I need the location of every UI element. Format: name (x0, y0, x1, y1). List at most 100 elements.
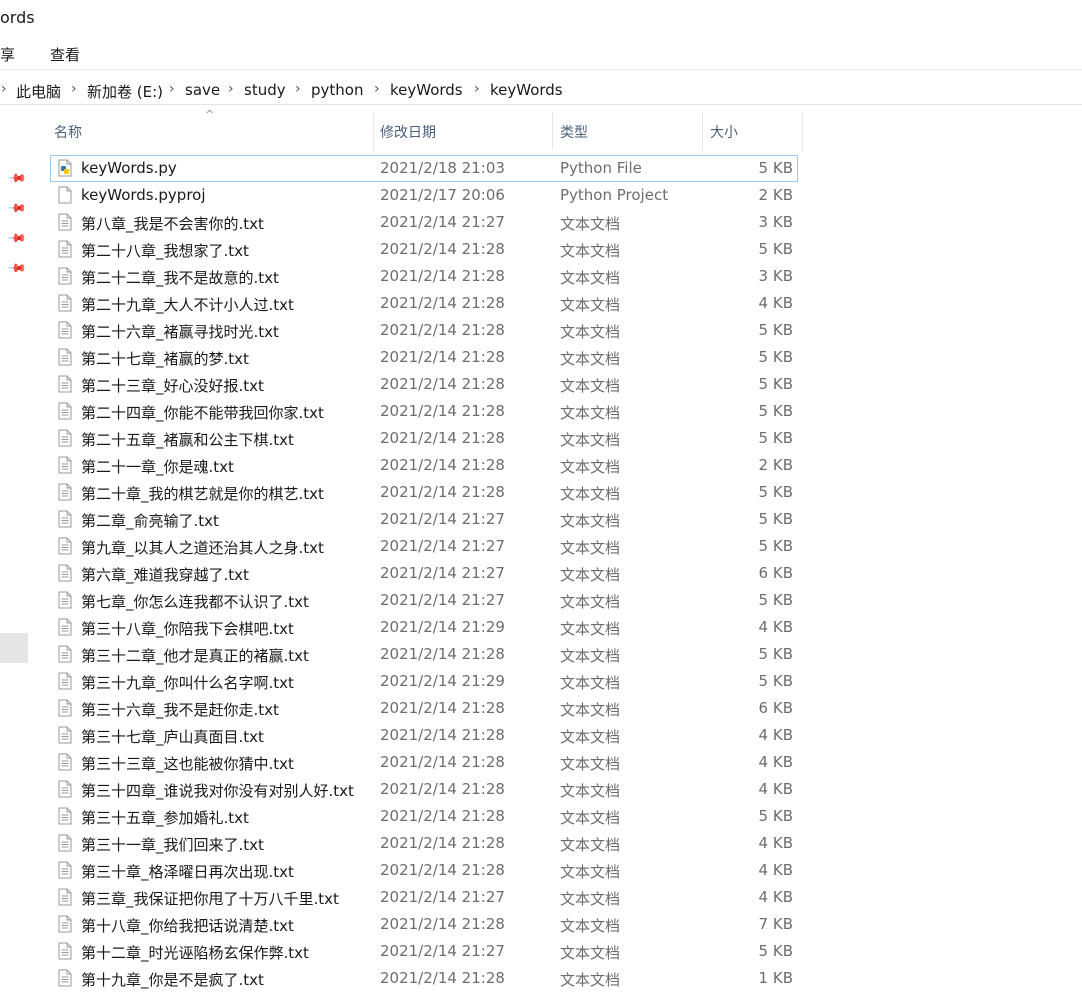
file-size: 4 KB (758, 888, 793, 906)
file-row[interactable]: 第二十三章_好心没好报.txt 2021/2/14 21:28 文本文档 5 KB (50, 371, 798, 398)
file-type: 文本文档 (560, 215, 621, 233)
file-row[interactable]: 第六章_难道我穿越了.txt 2021/2/14 21:27 文本文档 6 KB (50, 560, 798, 587)
address-bar[interactable]: › 此电脑 › 新加卷 (E:) › save › study › python… (0, 76, 1082, 105)
breadcrumb-keywords-parent[interactable]: keyWords (390, 81, 463, 99)
text-file-icon (58, 618, 72, 636)
file-row[interactable]: 第七章_你怎么连我都不认识了.txt 2021/2/14 21:27 文本文档 5 K… (50, 587, 798, 614)
chevron-right-icon[interactable]: › (295, 81, 301, 97)
file-row[interactable]: 第九章_以其人之道还治其人之身.txt 2021/2/14 21:27 文本文档 5 … (50, 533, 798, 560)
file-name: 第十二章_时光诬陷杨玄保作弊.txt (81, 944, 309, 962)
text-file-icon (58, 942, 72, 960)
ribbon-tab-share[interactable]: 享 (0, 44, 15, 65)
chevron-right-icon[interactable]: › (1, 81, 7, 97)
file-row[interactable]: 第二章_俞亮输了.txt 2021/2/14 21:27 文本文档 5 KB (50, 506, 798, 533)
breadcrumb-keywords-current[interactable]: keyWords (490, 81, 563, 99)
column-header-type[interactable]: 类型 (560, 122, 588, 142)
breadcrumb-save[interactable]: save (185, 81, 220, 99)
text-file-icon (58, 483, 72, 501)
file-row[interactable]: 第三十一章_我们回来了.txt 2021/2/14 21:28 文本文档 4 KB (50, 830, 798, 857)
chevron-right-icon[interactable]: › (374, 81, 380, 97)
file-type: 文本文档 (560, 971, 621, 989)
file-size: 3 KB (758, 213, 793, 231)
file-date: 2021/2/14 21:28 (380, 726, 505, 744)
file-row[interactable]: 第三十九章_你叫什么名字啊.txt 2021/2/14 21:29 文本文档 5 KB (50, 668, 798, 695)
file-row[interactable]: 第三十章_格泽曜日再次出现.txt 2021/2/14 21:28 文本文档 4 KB (50, 857, 798, 884)
file-row[interactable]: 第二十章_我的棋艺就是你的棋艺.txt 2021/2/14 21:28 文本文档 5 … (50, 479, 798, 506)
file-size: 7 KB (758, 915, 793, 933)
file-size: 2 KB (758, 186, 793, 204)
file-row[interactable]: 第三十六章_我不是赶你走.txt 2021/2/14 21:28 文本文档 6 KB (50, 695, 798, 722)
file-row[interactable]: keyWords.pyproj 2021/2/17 20:06 Python Pro… (50, 182, 798, 209)
file-type: 文本文档 (560, 458, 621, 476)
file-name: 第二十四章_你能不能带我回你家.txt (81, 404, 324, 422)
text-file-icon (58, 699, 72, 717)
column-header-name[interactable]: 名称 (54, 122, 82, 142)
text-file-icon (58, 753, 72, 771)
pin-icon[interactable]: 📌 (7, 228, 27, 248)
file-row[interactable]: 第三十五章_参加婚礼.txt 2021/2/14 21:28 文本文档 5 KB (50, 803, 798, 830)
chevron-right-icon[interactable]: › (71, 81, 77, 97)
file-name: 第二十八章_我想家了.txt (81, 242, 249, 260)
column-header-size[interactable]: 大小 (710, 122, 738, 142)
file-size: 4 KB (758, 618, 793, 636)
file-row[interactable]: 第八章_我是不会害你的.txt 2021/2/14 21:27 文本文档 3 KB (50, 209, 798, 236)
file-name: 第三十八章_你陪我下会棋吧.txt (81, 620, 294, 638)
nav-selected-item[interactable] (0, 633, 28, 663)
file-size: 4 KB (758, 726, 793, 744)
column-divider[interactable] (373, 112, 374, 150)
pin-icon[interactable]: 📌 (7, 198, 27, 218)
breadcrumb-study[interactable]: study (244, 81, 286, 99)
breadcrumb-python[interactable]: python (311, 81, 363, 99)
file-row[interactable]: 第二十八章_我想家了.txt 2021/2/14 21:28 文本文档 5 KB (50, 236, 798, 263)
file-row[interactable]: 第三十三章_这也能被你猜中.txt 2021/2/14 21:28 文本文档 4 KB (50, 749, 798, 776)
file-row[interactable]: 第三章_我保证把你甩了十万八千里.txt 2021/2/14 21:27 文本文档 4… (50, 884, 798, 911)
file-row[interactable]: 第二十五章_褚赢和公主下棋.txt 2021/2/14 21:28 文本文档 5 KB (50, 425, 798, 452)
file-row[interactable]: 第二十九章_大人不计小人过.txt 2021/2/14 21:28 文本文档 4 KB (50, 290, 798, 317)
file-name: 第三十四章_谁说我对你没有对别人好.txt (81, 782, 354, 800)
column-divider[interactable] (702, 112, 703, 150)
chevron-right-icon[interactable]: › (228, 81, 234, 97)
file-row[interactable]: 第三十二章_他才是真正的褚赢.txt 2021/2/14 21:28 文本文档 5 K… (50, 641, 798, 668)
file-row[interactable]: 第二十七章_褚赢的梦.txt 2021/2/14 21:28 文本文档 5 KB (50, 344, 798, 371)
window-title: ords (0, 8, 35, 27)
file-row[interactable]: 第十二章_时光诬陷杨玄保作弊.txt 2021/2/14 21:27 文本文档 5 K… (50, 938, 798, 965)
file-row[interactable]: 第十九章_你是不是疯了.txt 2021/2/14 21:28 文本文档 1 KB (50, 965, 798, 992)
column-header-date[interactable]: 修改日期 (380, 122, 436, 142)
breadcrumb-drive-e[interactable]: 新加卷 (E:) (87, 81, 163, 102)
file-name: 第二十二章_我不是故意的.txt (81, 269, 279, 287)
file-row[interactable]: 第十八章_你给我把话说清楚.txt 2021/2/14 21:28 文本文档 7 KB (50, 911, 798, 938)
file-row[interactable]: 第二十六章_褚赢寻找时光.txt 2021/2/14 21:28 文本文档 5 KB (50, 317, 798, 344)
python-file-icon (58, 159, 72, 177)
sort-up-icon: ^ (205, 108, 215, 121)
file-row[interactable]: 第二十一章_你是魂.txt 2021/2/14 21:28 文本文档 2 KB (50, 452, 798, 479)
file-row[interactable]: 第三十四章_谁说我对你没有对别人好.txt 2021/2/14 21:28 文本文档… (50, 776, 798, 803)
file-date: 2021/2/14 21:28 (380, 645, 505, 663)
file-row[interactable]: 第三十八章_你陪我下会棋吧.txt 2021/2/14 21:29 文本文档 4 KB (50, 614, 798, 641)
file-size: 5 KB (758, 348, 793, 366)
file-row[interactable]: 第二十二章_我不是故意的.txt 2021/2/14 21:28 文本文档 3 KB (50, 263, 798, 290)
text-file-icon (58, 591, 72, 609)
file-row[interactable]: 第二十四章_你能不能带我回你家.txt 2021/2/14 21:28 文本文档 5 … (50, 398, 798, 425)
file-name: 第三十七章_庐山真面目.txt (81, 728, 264, 746)
breadcrumb-this-pc[interactable]: 此电脑 (16, 81, 61, 102)
column-divider[interactable] (802, 112, 803, 150)
file-date: 2021/2/14 21:27 (380, 537, 505, 555)
file-row[interactable]: keyWords.py 2021/2/18 21:03 Python File 5 K… (50, 155, 798, 182)
file-type: 文本文档 (560, 566, 621, 584)
file-row[interactable]: 第三十七章_庐山真面目.txt 2021/2/14 21:28 文本文档 4 KB (50, 722, 798, 749)
chevron-right-icon[interactable]: › (474, 81, 480, 97)
column-divider[interactable] (552, 112, 553, 150)
file-type: 文本文档 (560, 674, 621, 692)
file-type: 文本文档 (560, 809, 621, 827)
text-file-icon (58, 294, 72, 312)
file-type: Python File (560, 159, 642, 177)
navigation-pane[interactable]: 📌 📌 📌 📌 (0, 105, 28, 1001)
chevron-right-icon[interactable]: › (169, 81, 175, 97)
ribbon-tab-view[interactable]: 查看 (50, 44, 80, 65)
file-size: 5 KB (758, 240, 793, 258)
text-file-icon (58, 240, 72, 258)
file-type: 文本文档 (560, 701, 621, 719)
text-file-icon (58, 537, 72, 555)
pin-icon[interactable]: 📌 (7, 168, 27, 188)
pin-icon[interactable]: 📌 (7, 258, 27, 278)
